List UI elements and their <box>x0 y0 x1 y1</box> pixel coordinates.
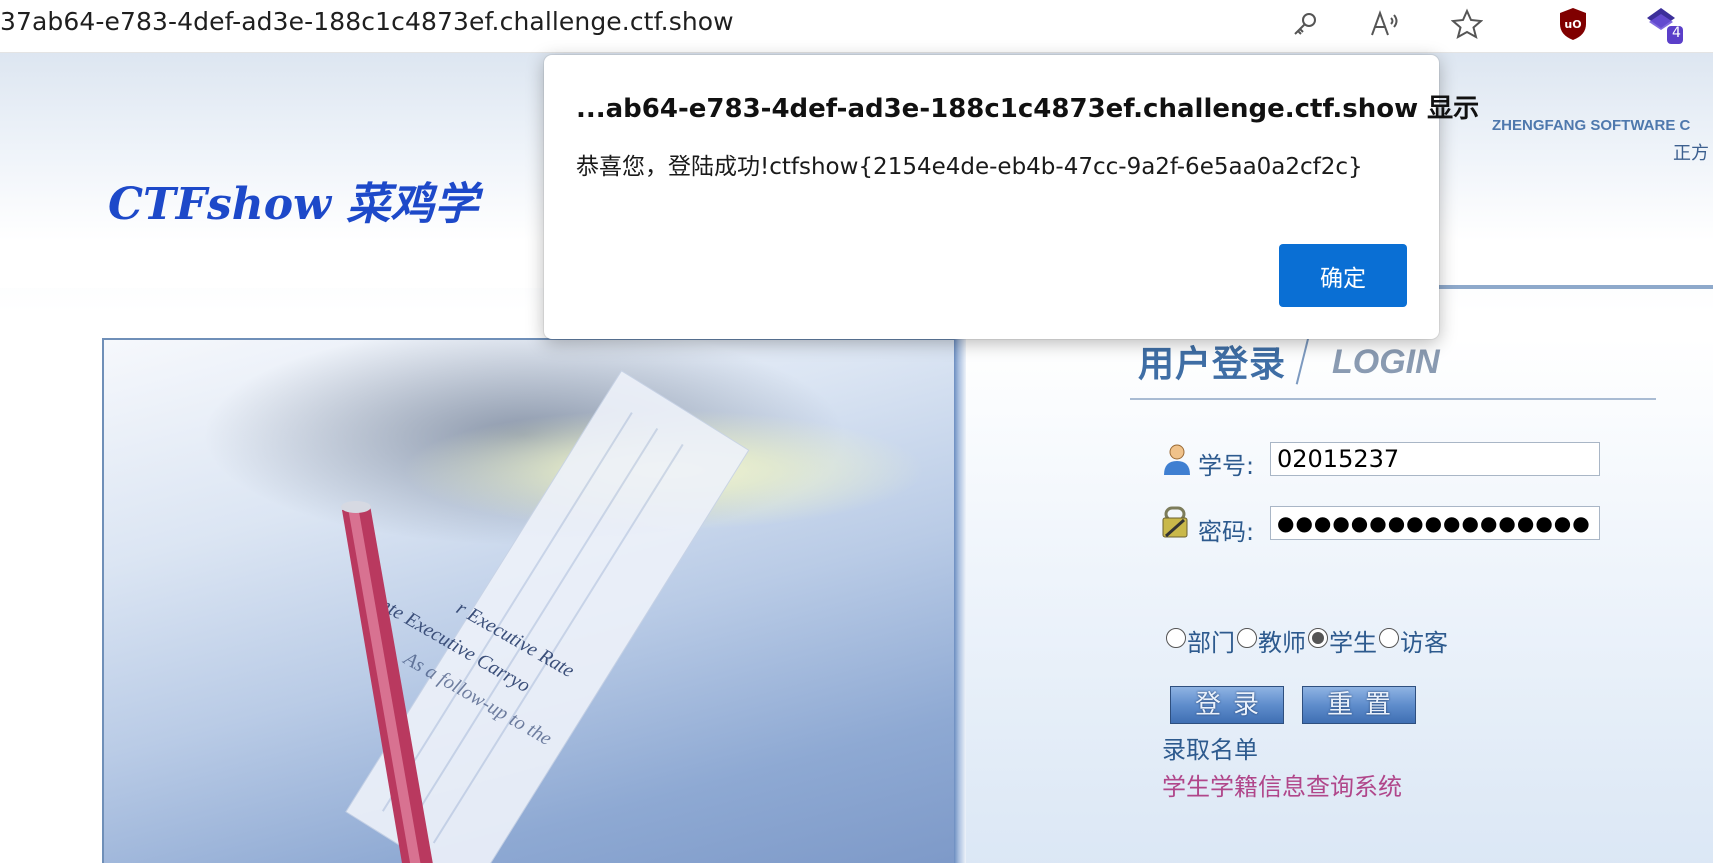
role-label: 学生 <box>1329 629 1377 657</box>
read-aloud-icon[interactable] <box>1366 4 1406 44</box>
radio-guest[interactable] <box>1379 627 1399 648</box>
login-title: 用户登录 <box>1138 344 1287 385</box>
role-radio-group: 部门 教师 学生 访客 <box>1166 623 1450 658</box>
company-name-cn: 正方 <box>1673 143 1709 164</box>
dialog-title: ...ab64-e783-4def-ad3e-188c1c4873ef.chal… <box>576 94 1480 124</box>
favorite-star-icon[interactable] <box>1447 4 1487 44</box>
login-subtitle: LOGIN <box>1332 343 1440 381</box>
student-id-label: 学号: <box>1198 452 1255 480</box>
role-label: 访客 <box>1400 629 1448 657</box>
dialog-message: 恭喜您，登陆成功!ctfshow{2154e4de-eb4b-47cc-9a2f… <box>576 154 1363 180</box>
browser-address-bar: 37ab64-e783-4def-ad3e-188c1c4873ef.chall… <box>0 0 1713 53</box>
company-name-en: ZHENGFANG SOFTWARE C <box>1492 117 1691 134</box>
key-icon[interactable] <box>1285 4 1325 44</box>
svg-text:uO: uO <box>1564 18 1581 31</box>
title-underline <box>1130 398 1656 400</box>
role-option-department[interactable]: 部门 <box>1166 623 1235 658</box>
alert-dialog: ...ab64-e783-4def-ad3e-188c1c4873ef.chal… <box>544 55 1479 339</box>
ublock-icon[interactable]: uO <box>1553 4 1593 44</box>
role-label: 部门 <box>1187 629 1235 657</box>
ok-button[interactable]: 确定 <box>1279 244 1407 307</box>
extension-badge: 4 <box>1672 25 1681 41</box>
role-option-guest[interactable]: 访客 <box>1379 623 1448 658</box>
login-button[interactable]: 登录 <box>1170 686 1284 724</box>
reset-button[interactable]: 重置 <box>1302 686 1416 724</box>
panel-divider <box>954 338 966 863</box>
pen-and-papers-illustration: r Executive Rate Inte Executive Carryo A… <box>341 370 750 863</box>
url-text[interactable]: 37ab64-e783-4def-ad3e-188c1c4873ef.chall… <box>0 7 734 36</box>
radio-teacher[interactable] <box>1237 627 1257 648</box>
role-option-student[interactable]: 学生 <box>1308 623 1377 658</box>
student-status-link[interactable]: 学生学籍信息查询系统 <box>1162 767 1402 802</box>
lock-icon <box>1162 506 1188 538</box>
password-label: 密码: <box>1198 518 1255 546</box>
user-icon <box>1164 444 1190 475</box>
extension-icon[interactable]: 4 <box>1643 4 1683 44</box>
decorative-photo: r Executive Rate Inte Executive Carryo A… <box>102 338 956 863</box>
site-logo: CTFshow 菜鸡学 <box>108 179 484 230</box>
logo-text: CTFshow 菜鸡学 <box>108 179 484 230</box>
radio-department[interactable] <box>1166 627 1186 648</box>
role-option-teacher[interactable]: 教师 <box>1237 623 1306 658</box>
admission-list-link[interactable]: 录取名单 <box>1162 730 1258 765</box>
radio-student[interactable] <box>1308 627 1328 648</box>
student-id-input[interactable] <box>1270 442 1600 476</box>
role-label: 教师 <box>1258 629 1306 657</box>
password-input[interactable] <box>1270 506 1600 540</box>
